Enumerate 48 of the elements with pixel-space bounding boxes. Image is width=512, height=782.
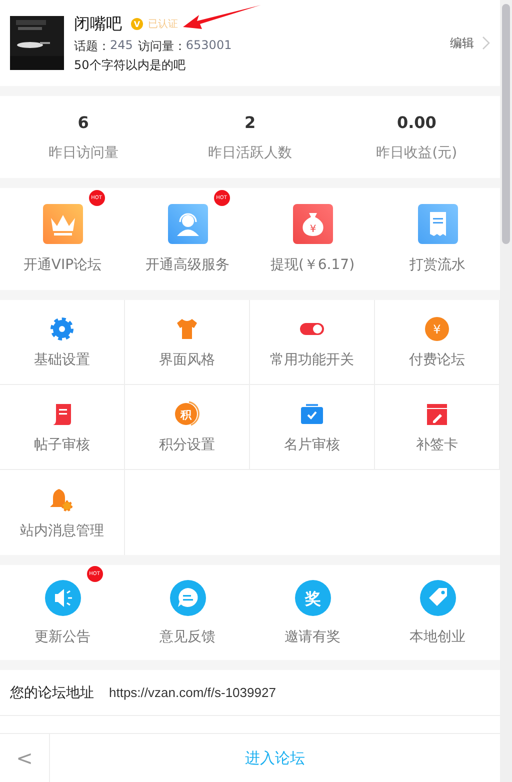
- stat-label: 昨日收益(元): [376, 144, 458, 162]
- crown-icon[interactable]: [42, 204, 82, 244]
- speaker-icon[interactable]: [44, 580, 80, 616]
- extra-label[interactable]: 邀请有奖: [284, 628, 340, 646]
- chat-bubble-icon[interactable]: [170, 580, 206, 616]
- service-label[interactable]: 开通高级服务: [146, 256, 230, 274]
- headset-person-icon[interactable]: [168, 204, 208, 244]
- stat-value: 0.00: [396, 112, 436, 132]
- verified-label: 已认证: [148, 18, 178, 31]
- scrollbar[interactable]: [500, 0, 512, 782]
- back-button[interactable]: <: [0, 734, 50, 782]
- setting-label[interactable]: 帖子审核: [34, 436, 90, 454]
- coin-icon[interactable]: ¥: [423, 315, 451, 343]
- receipt-icon[interactable]: [418, 204, 458, 244]
- count-value: 653001: [186, 38, 232, 54]
- award-icon[interactable]: 奖: [294, 580, 330, 616]
- setting-label[interactable]: 付费论坛: [409, 351, 465, 369]
- forum-url[interactable]: https://vzan.com/f/s-1039927: [109, 685, 276, 700]
- stat-label: 昨日活跃人数: [208, 144, 292, 162]
- setting-label[interactable]: 基础设置: [34, 351, 90, 369]
- forum-name: 闭嘴吧: [74, 14, 122, 34]
- stat-value: 6: [78, 112, 89, 132]
- chevron-right-icon: [482, 36, 490, 50]
- extra-label[interactable]: 更新公告: [34, 628, 90, 646]
- address-label: 您的论坛地址: [10, 684, 94, 702]
- extra-label[interactable]: 意见反馈: [160, 628, 216, 646]
- tag-icon[interactable]: [420, 580, 456, 616]
- verified-icon: V: [131, 18, 143, 30]
- stat-value: 2: [244, 112, 256, 132]
- service-label[interactable]: 开通VIP论坛: [23, 256, 102, 274]
- setting-label[interactable]: 补签卡: [416, 436, 458, 454]
- count-value: 245: [110, 38, 133, 54]
- service-label[interactable]: 打赏流水: [410, 256, 466, 274]
- count-label: 话题：: [74, 38, 110, 55]
- enter-forum-button[interactable]: 进入论坛: [50, 734, 500, 782]
- money-bag-icon[interactable]: ¥: [292, 204, 332, 244]
- count-label: 访问量：: [138, 38, 186, 55]
- setting-label[interactable]: 常用功能开关: [270, 351, 354, 369]
- setting-label[interactable]: 名片审核: [284, 436, 340, 454]
- extra-label[interactable]: 本地创业: [410, 628, 466, 646]
- setting-label[interactable]: 积分设置: [159, 436, 215, 454]
- setting-label[interactable]: 站内消息管理: [20, 522, 104, 540]
- edit-link[interactable]: 编辑: [450, 34, 474, 52]
- setting-label[interactable]: 界面风格: [159, 351, 215, 369]
- forum-description: 50个字符以内是的吧: [74, 57, 186, 74]
- settings-icon[interactable]: [48, 315, 76, 343]
- service-label[interactable]: 提现(￥6.17): [270, 256, 355, 274]
- stat-label: 昨日访问量: [48, 144, 118, 162]
